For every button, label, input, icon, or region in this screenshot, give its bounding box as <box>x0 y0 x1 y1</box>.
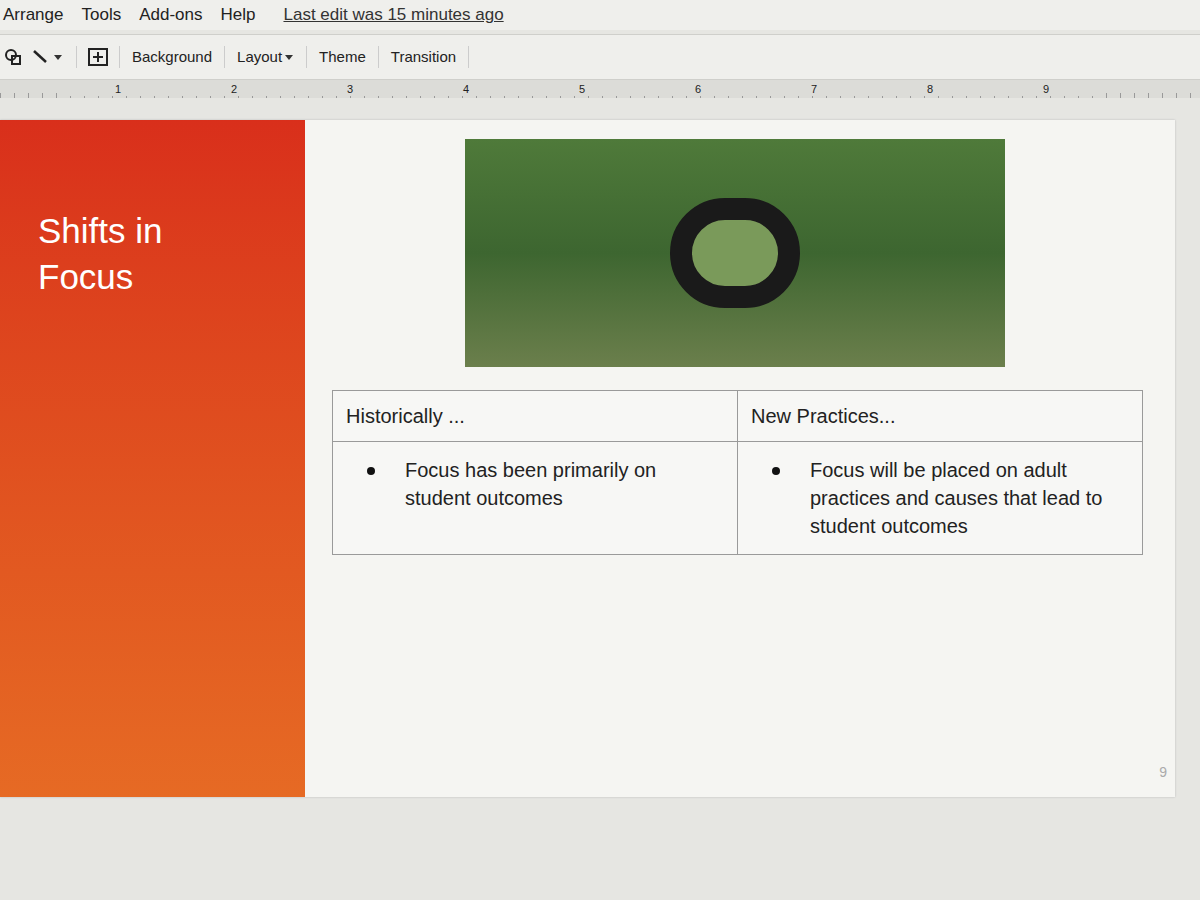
photo <box>465 139 1005 367</box>
textbox-icon[interactable] <box>87 47 109 67</box>
slide-number: 9 <box>1159 762 1175 797</box>
menu-item[interactable]: Tools <box>81 2 121 28</box>
bullet <box>772 467 780 475</box>
last-edit-link[interactable]: Last edit was 15 minutes ago <box>283 2 503 28</box>
toolbar-button[interactable]: Layout <box>235 46 296 69</box>
table-header: Historically ...New Practices... <box>333 391 1142 442</box>
ruler-tick: 7 <box>756 82 872 96</box>
ruler: 123456789 <box>0 80 1200 98</box>
menu-item[interactable]: Help <box>221 2 256 28</box>
line-icon[interactable] <box>32 48 66 66</box>
table-cell: Focus has been primarily on student outc… <box>333 442 738 554</box>
toolbar: Background Layout Theme Transition <box>0 34 1200 80</box>
shape-icon[interactable] <box>4 48 22 66</box>
ruler-tick: 3 <box>292 82 408 96</box>
toolbar-button[interactable]: Background <box>130 46 214 69</box>
ruler-tick: 8 <box>872 82 988 96</box>
table-row: Focus has been primarily on student outc… <box>333 442 1142 554</box>
ruler-tick: 9 <box>988 82 1104 96</box>
ruler-tick: 2 <box>176 82 292 96</box>
app: Arrange Tools Add-ons Help Last edit was 15 … <box>0 0 1200 900</box>
ruler-tick: 5 <box>524 82 640 96</box>
toolbar-button[interactable]: Transition <box>389 46 458 69</box>
toolbar-button[interactable]: Theme <box>317 46 368 69</box>
slide-title: Shifts in Focus <box>38 208 228 300</box>
menu-item[interactable]: Arrange <box>3 2 63 28</box>
comparison-table: Historically ...New Practices...Focus ha… <box>332 390 1143 555</box>
dropdown-arrow-icon <box>284 53 294 61</box>
table-header-cell: New Practices... <box>738 391 1142 441</box>
table-cell: Focus will be placed on adult practices … <box>738 442 1142 554</box>
slide: Shifts in Focus Historically ...New Pract… <box>0 120 1175 797</box>
ruler-tick: 1 <box>60 82 176 96</box>
bullet <box>367 467 375 475</box>
content-panel: Historically ...New Practices...Focus ha… <box>305 120 1175 797</box>
ruler-tick: 6 <box>640 82 756 96</box>
table-header-cell: Historically ... <box>333 391 738 441</box>
menu-bar: Arrange Tools Add-ons Help Last edit was 15 … <box>0 0 1200 30</box>
ruler-tick: 4 <box>408 82 524 96</box>
title-panel: Shifts in Focus <box>0 120 305 797</box>
menu-item[interactable]: Add-ons <box>139 2 202 28</box>
